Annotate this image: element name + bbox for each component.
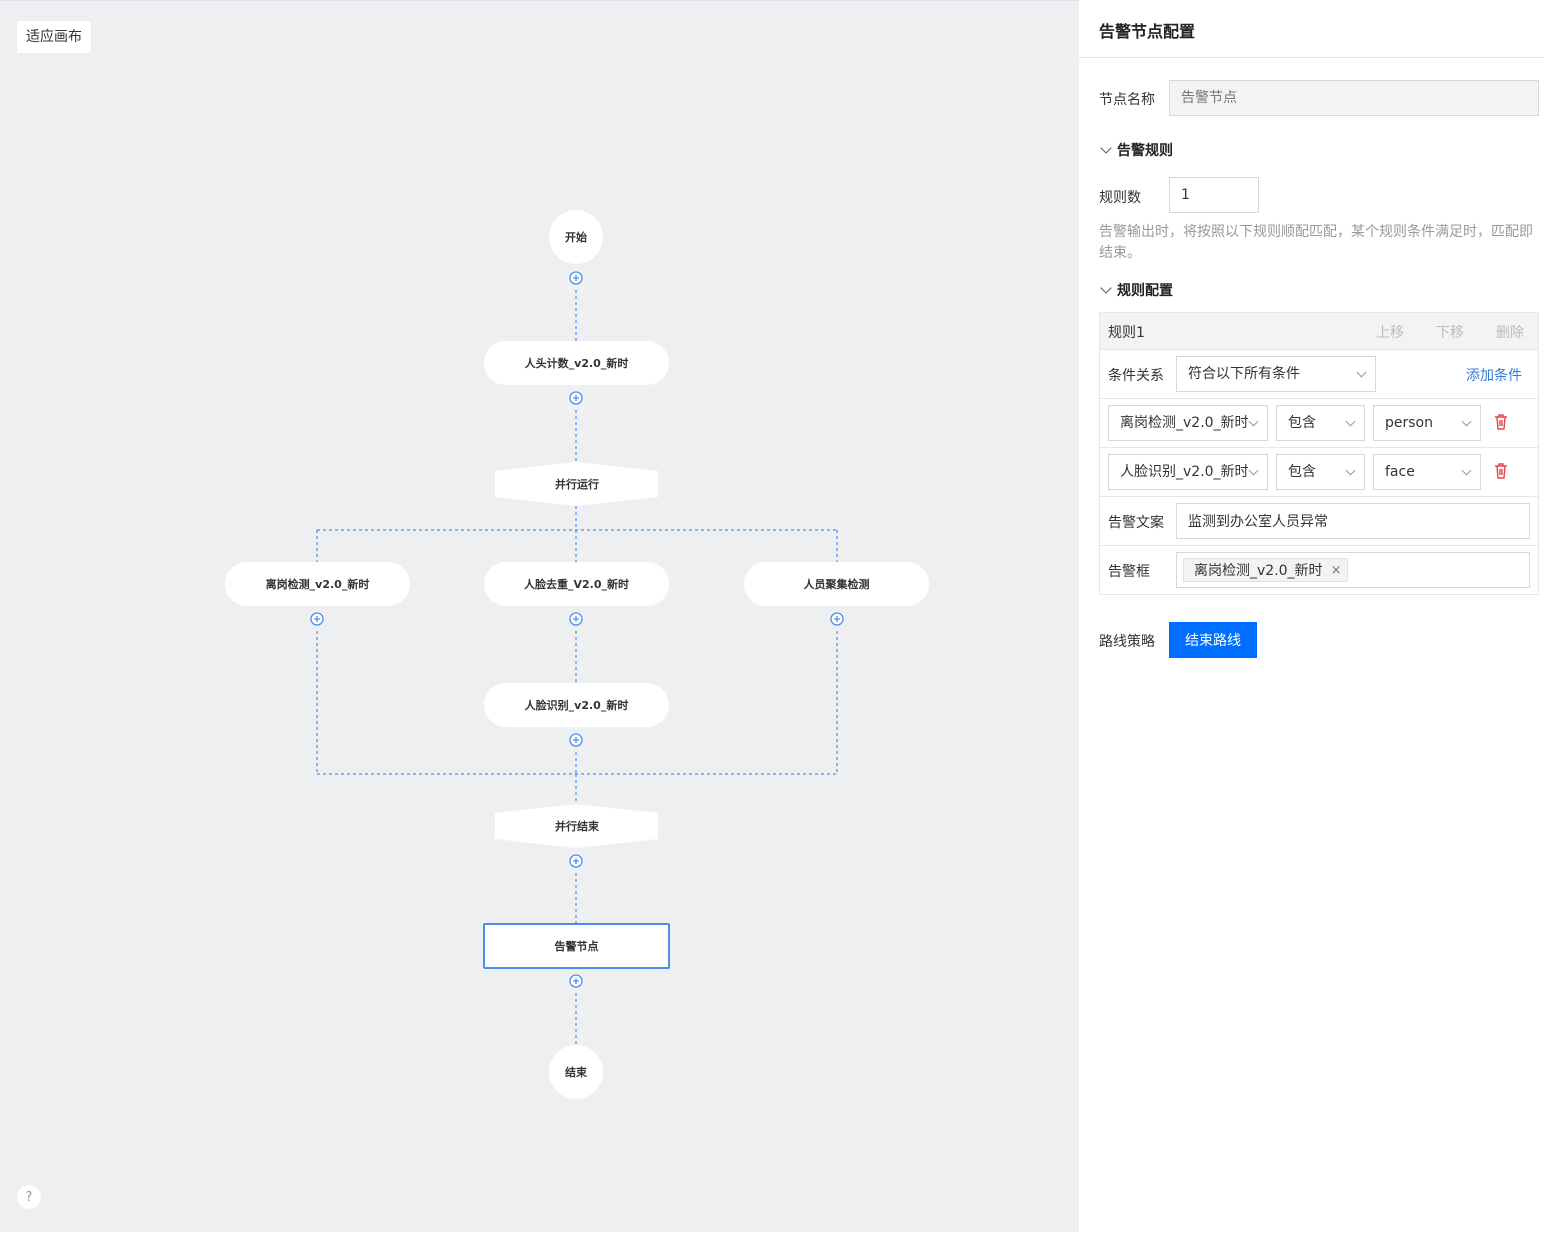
rule-count-input[interactable] [1169,177,1259,213]
route-strategy-label: 路线策略 [1099,634,1155,650]
face-recog-label: 人脸识别_v2.0_新时 [524,699,629,712]
chevron-down-icon [1248,465,1259,476]
flow-edges [310,271,844,1045]
condition-row: 离岗检测_v2.0_新时 包含 person [1100,398,1538,447]
rule-card-header: 规则1 上移 下移 删除 [1100,313,1538,349]
help-icon[interactable]: ? [17,1185,41,1209]
add-node-icon[interactable] [569,271,583,285]
condition-operator-value: 包含 [1288,464,1316,480]
parallel-run-node[interactable]: 并行运行 [495,462,659,506]
condition-relation-select[interactable]: 符合以下所有条件 [1176,356,1376,392]
leave-post-node[interactable]: 离岗检测_v2.0_新时 [225,562,410,606]
alarm-rules-title: 告警规则 [1117,143,1173,159]
node-name-input[interactable] [1169,80,1539,116]
condition-value-select[interactable]: person [1373,405,1481,441]
crowd-label: 人员聚集检测 [803,578,870,591]
alarm-box-row: 告警框 离岗检测_v2.0_新时 × [1100,545,1538,594]
rule-name: 规则1 [1108,325,1145,341]
chevron-down-icon [1356,367,1367,378]
condition-value-value: person [1385,415,1433,431]
end-node[interactable]: 结束 [549,1045,603,1099]
condition-source-value: 人脸识别_v2.0_新时 [1120,464,1249,480]
end-route-button[interactable]: 结束路线 [1169,622,1257,658]
add-node-icon[interactable] [569,391,583,405]
rule-hint: 告警输出时，将按照以下规则顺配匹配，某个规则条件满足时，匹配即结束。 [1099,224,1533,261]
add-node-icon[interactable] [569,974,583,988]
leave-post-label: 离岗检测_v2.0_新时 [265,578,370,591]
rule-count-label: 规则数 [1099,190,1141,206]
start-node-label: 开始 [565,231,587,244]
trash-icon[interactable] [1494,414,1508,430]
condition-value-select[interactable]: face [1373,454,1481,490]
condition-operator-select[interactable]: 包含 [1276,405,1365,441]
rule-card: 规则1 上移 下移 删除 条件关系 符合以下所有条件 添加条件 离岗检测_v2.… [1099,312,1539,595]
close-icon[interactable]: × [1331,563,1342,578]
alarm-node[interactable]: 告警节点 [483,923,670,969]
chevron-down-icon [1100,282,1112,294]
condition-relation-value: 符合以下所有条件 [1188,366,1300,382]
trash-icon[interactable] [1494,463,1508,479]
parallel-end-node[interactable]: 并行结束 [495,804,659,848]
alarm-box-multiselect[interactable]: 离岗检测_v2.0_新时 × [1176,552,1530,588]
move-up-button[interactable]: 上移 [1376,322,1404,342]
add-condition-button[interactable]: 添加条件 [1466,365,1522,385]
condition-source-select[interactable]: 离岗检测_v2.0_新时 [1108,405,1268,441]
condition-relation-label: 条件关系 [1108,368,1164,384]
alarm-box-tag: 离岗检测_v2.0_新时 × [1183,558,1349,582]
node-name-label: 节点名称 [1099,92,1155,108]
chevron-down-icon [1248,416,1259,427]
alarm-text-row: 告警文案 [1100,496,1538,545]
add-node-icon[interactable] [569,854,583,868]
start-node[interactable]: 开始 [549,210,603,264]
condition-operator-value: 包含 [1288,415,1316,431]
face-recog-node[interactable]: 人脸识别_v2.0_新时 [484,683,669,727]
chevron-down-icon [1345,465,1356,476]
crowd-node[interactable]: 人员聚集检测 [744,562,929,606]
condition-source-value: 离岗检测_v2.0_新时 [1120,415,1249,431]
alarm-box-tag-label: 离岗检测_v2.0_新时 [1194,563,1323,579]
end-node-label: 结束 [565,1066,587,1079]
delete-rule-button[interactable]: 删除 [1496,322,1524,342]
condition-value-value: face [1385,464,1415,480]
chevron-down-icon [1461,465,1472,476]
add-node-icon[interactable] [310,612,324,626]
rule-config-header[interactable]: 规则配置 [1099,280,1173,300]
move-down-button[interactable]: 下移 [1436,322,1464,342]
headcount-node[interactable]: 人头计数_v2.0_新时 [484,341,669,385]
alarm-text-label: 告警文案 [1108,515,1164,531]
chevron-down-icon [1461,416,1472,427]
chevron-down-icon [1345,416,1356,427]
chevron-down-icon [1100,142,1112,154]
alarm-rules-header[interactable]: 告警规则 [1099,140,1173,160]
alarm-box-label: 告警框 [1108,564,1150,580]
parallel-run-label: 并行运行 [555,478,599,491]
face-dedup-node[interactable]: 人脸去重_V2.0_新时 [484,562,669,606]
rule-config-title: 规则配置 [1117,283,1173,299]
condition-operator-select[interactable]: 包含 [1276,454,1365,490]
panel-divider [1079,57,1544,58]
face-dedup-label: 人脸去重_V2.0_新时 [524,578,629,591]
parallel-end-label: 并行结束 [555,820,599,833]
headcount-node-label: 人头计数_v2.0_新时 [524,357,629,370]
alarm-text-input[interactable] [1176,503,1530,539]
panel-title: 告警节点配置 [1099,22,1196,41]
add-node-icon[interactable] [569,612,583,626]
condition-source-select[interactable]: 人脸识别_v2.0_新时 [1108,454,1268,490]
flow-canvas[interactable]: 适应画布 开始 人头计数_v2.0_新时 并行运行 离岗检测_v2.0_新时 人… [0,0,1079,1232]
condition-relation-row: 条件关系 符合以下所有条件 添加条件 [1100,349,1538,398]
condition-row: 人脸识别_v2.0_新时 包含 face [1100,447,1538,496]
config-panel: 告警节点配置 节点名称 告警规则 规则数 告警输出时，将按照以下规则顺配匹配，某… [1079,0,1544,1232]
alarm-node-label: 告警节点 [554,940,599,953]
add-node-icon[interactable] [569,733,583,747]
add-node-icon[interactable] [830,612,844,626]
